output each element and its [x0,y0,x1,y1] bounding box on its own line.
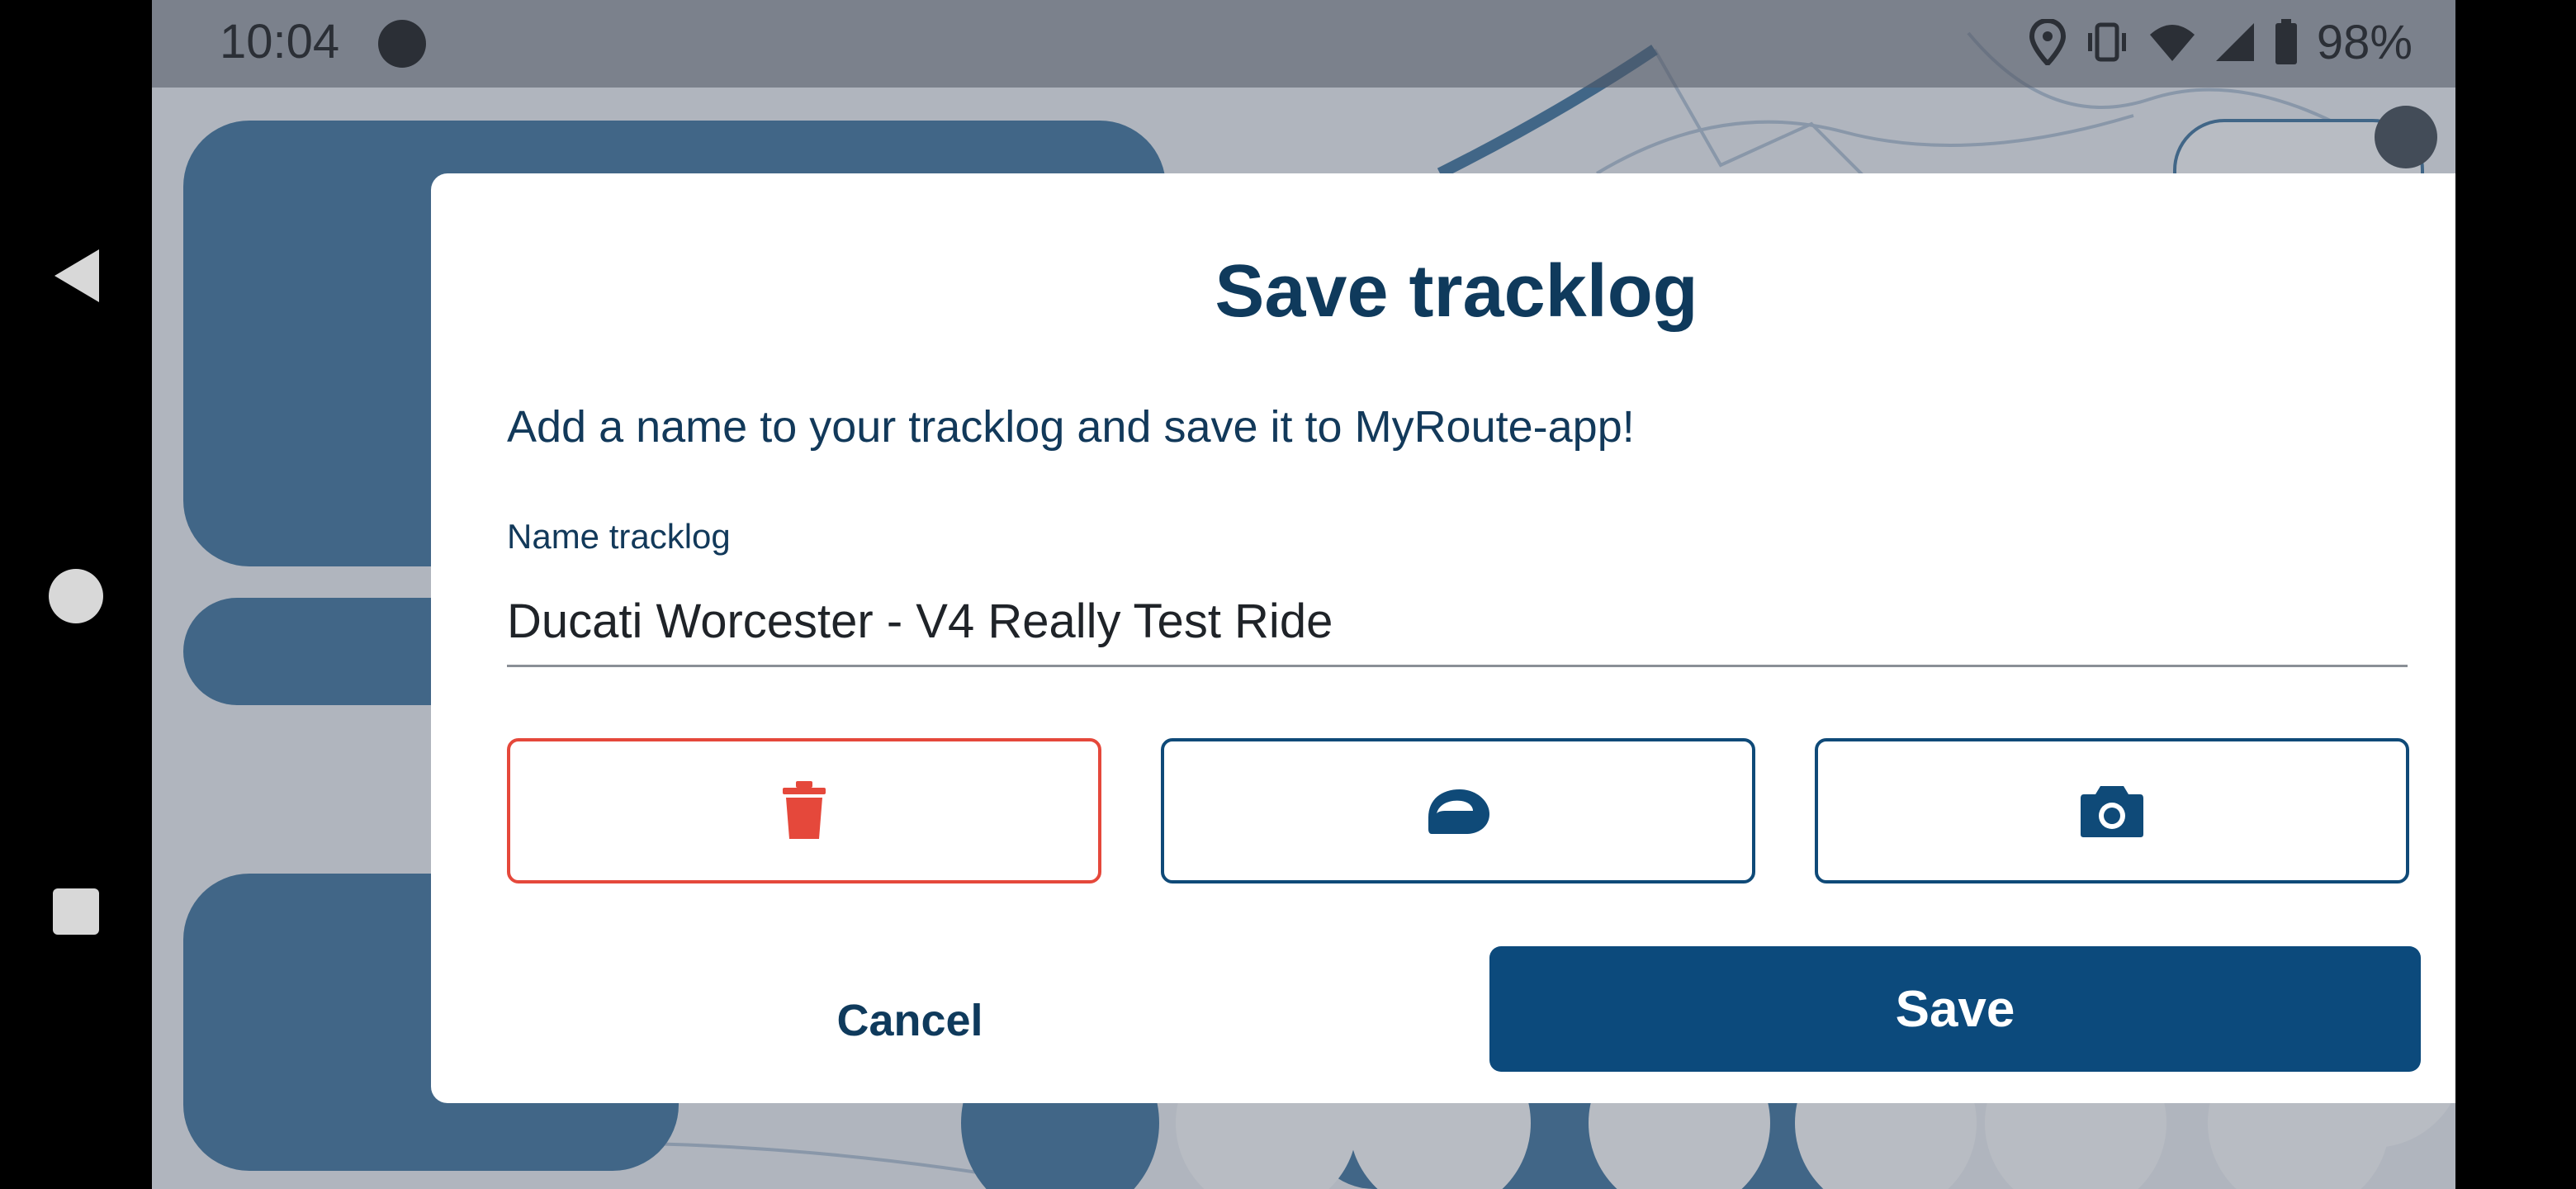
trash-icon [783,781,826,839]
wifi-icon [2149,25,2195,61]
location-icon [2029,19,2066,65]
signal-icon [2215,23,2254,61]
helmet-icon [1428,789,1489,834]
system-nav-bar [0,0,152,1189]
home-button[interactable] [41,561,111,631]
helmet-button[interactable] [1161,738,1755,883]
recents-button[interactable] [41,877,111,946]
tracklog-name-input[interactable] [507,578,2408,667]
recents-icon [53,888,99,935]
back-icon [54,249,99,302]
dialog-description: Add a name to your tracklog and save it … [507,402,1635,452]
battery-icon [2275,19,2297,64]
back-button[interactable] [41,241,111,310]
camera-button[interactable] [1815,738,2409,883]
save-button[interactable]: Save [1489,946,2421,1072]
status-bar: 10:04 98% [152,0,2455,88]
status-time: 10:04 [220,15,340,69]
delete-button[interactable] [507,738,1101,883]
dialog-title: Save tracklog [1215,250,1698,333]
notification-dot-icon [378,20,426,68]
cancel-button[interactable]: Cancel [736,971,1083,1070]
app-area: 10:04 98% Save tracklog Add a name to yo… [152,0,2455,1189]
status-icons: 98% [2029,13,2413,71]
save-tracklog-dialog: Save tracklog Add a name to your tracklo… [431,173,2455,1103]
camera-icon [2081,786,2143,837]
name-field-label: Name tracklog [507,517,731,556]
battery-percent: 98% [2316,15,2413,69]
home-icon [49,569,103,623]
vibrate-icon [2087,22,2126,62]
device-screen: 10:04 98% Save tracklog Add a name to yo… [0,0,2576,1189]
